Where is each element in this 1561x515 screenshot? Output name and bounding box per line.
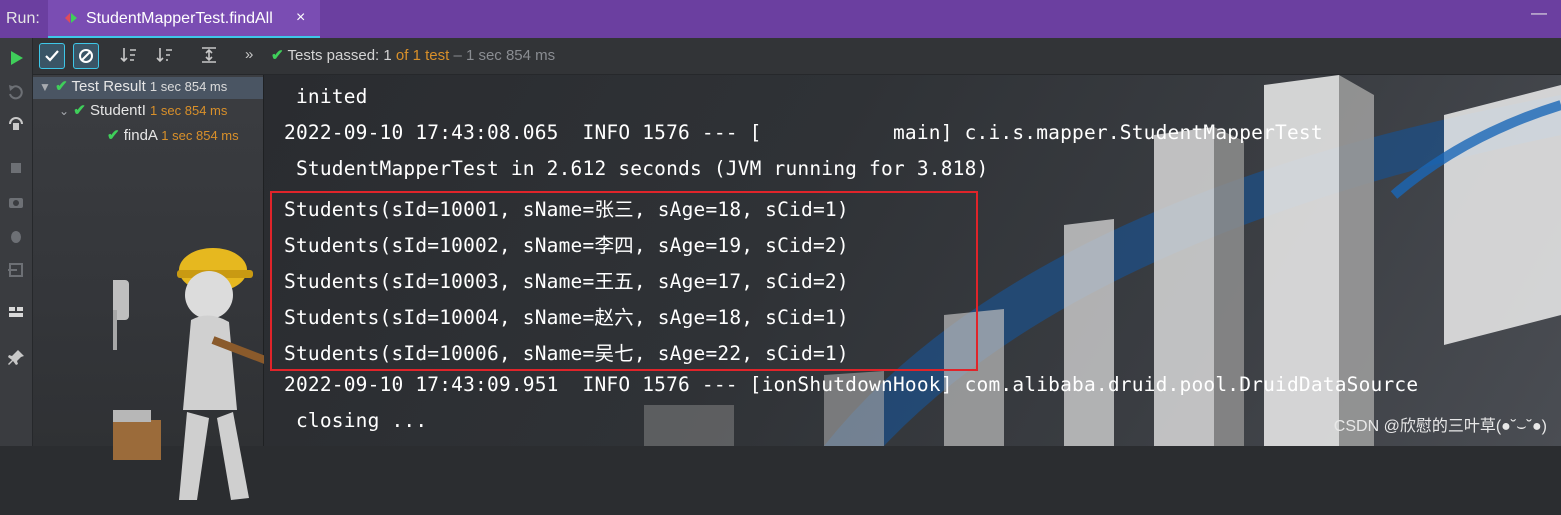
sort-duration-icon[interactable] (155, 45, 175, 65)
camera-icon[interactable] (6, 192, 26, 212)
stop-icon[interactable] (6, 158, 26, 178)
pass-check-icon: ✔ (55, 78, 68, 95)
ignored-icon (79, 49, 93, 63)
test-toolbar: » ✔ Tests passed: 1 of 1 test – 1 sec 85… (33, 38, 1561, 75)
pass-check-icon: ✔ (107, 127, 120, 144)
expand-all-icon[interactable] (199, 45, 219, 65)
run-tab-bar: Run: StudentMapperTest.findAll × — (0, 0, 1561, 39)
export-icon[interactable] (6, 260, 26, 280)
passed-count: 1 (383, 47, 392, 64)
pass-check-icon: ✔ (73, 102, 86, 119)
console-line: closing ... (284, 409, 428, 432)
test-config-icon (65, 13, 77, 23)
tree-node-student-class[interactable]: ⌄ ✔ StudentI 1 sec 854 ms (59, 101, 227, 123)
console-output[interactable]: inited 2022-09-10 17:43:08.065 INFO 1576… (264, 75, 1561, 446)
left-toolbar (0, 38, 33, 446)
run-label: Run: (6, 10, 40, 27)
status-duration: – 1 sec 854 ms (453, 47, 556, 64)
total-count: of 1 test (395, 47, 450, 64)
minimize-icon[interactable]: — (1531, 5, 1547, 23)
chevron-down-icon[interactable]: ⌄ (59, 104, 69, 118)
debug-icon[interactable] (6, 226, 26, 246)
show-passed-toggle[interactable] (39, 43, 65, 69)
show-ignored-toggle[interactable] (73, 43, 99, 69)
pass-check-icon: ✔ (271, 47, 284, 64)
overflow-chevron[interactable]: » (245, 46, 253, 63)
test-tree: ▼ ✔ Test Result 1 sec 854 ms ⌄ ✔ Student… (33, 75, 293, 500)
tree-node-test-result[interactable]: ▼ ✔ Test Result 1 sec 854 ms (33, 77, 263, 99)
highlight-box (270, 191, 978, 371)
tree-node-time: 1 sec 854 ms (150, 103, 228, 118)
tree-node-time: 1 sec 854 ms (161, 128, 239, 143)
chevron-down-icon[interactable]: ▼ (39, 80, 51, 94)
tab-student-mapper-test[interactable]: StudentMapperTest.findAll × (48, 0, 320, 39)
toggle-autotest-icon[interactable] (6, 114, 26, 134)
console-line: 2022-09-10 17:43:09.951 INFO 1576 --- [i… (284, 373, 1419, 396)
sort-alpha-icon[interactable] (119, 45, 139, 65)
tree-node-time: 1 sec 854 ms (149, 79, 228, 94)
status-prefix: Tests passed: (287, 47, 380, 64)
tree-node-label: StudentI (89, 102, 146, 119)
tree-node-find-all[interactable]: ✔ findA 1 sec 854 ms (107, 126, 239, 148)
tree-node-label: Test Result (71, 78, 146, 95)
test-status: ✔ Tests passed: 1 of 1 test – 1 sec 854 … (271, 46, 555, 64)
tree-node-label: findA (123, 127, 158, 144)
console-line: inited (284, 85, 368, 108)
rerun-failed-icon[interactable] (6, 82, 26, 102)
watermark: CSDN @欣慰的三叶草(●˘⌣˘●) (1333, 418, 1547, 435)
close-icon[interactable]: × (296, 9, 305, 27)
console-line: StudentMapperTest in 2.612 seconds (JVM … (284, 157, 989, 180)
pin-icon[interactable] (6, 348, 26, 368)
check-icon (45, 50, 59, 62)
play-icon[interactable] (6, 48, 26, 68)
tab-title: StudentMapperTest.findAll (86, 10, 273, 27)
console-line: 2022-09-10 17:43:08.065 INFO 1576 --- [ … (284, 121, 1323, 144)
layout-icon[interactable] (6, 302, 26, 322)
